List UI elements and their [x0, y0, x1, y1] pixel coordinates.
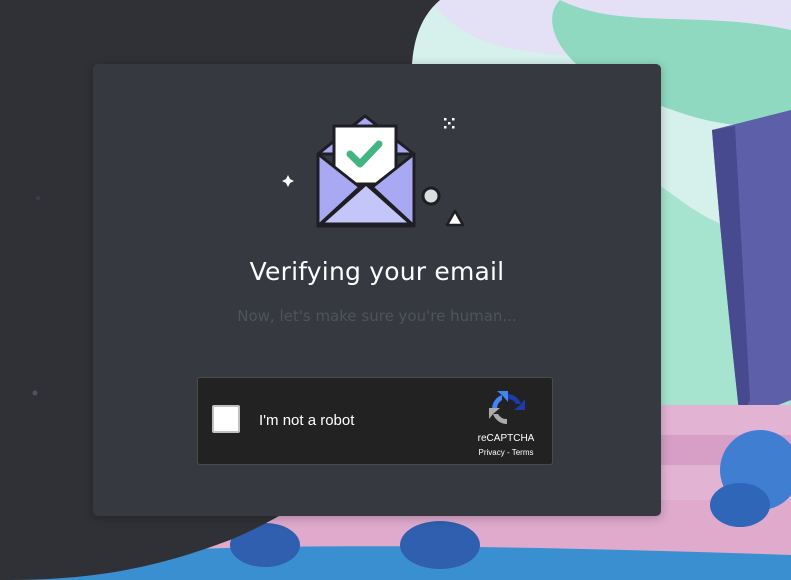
- recaptcha-brand: reCAPTCHA: [477, 433, 535, 444]
- captcha-checkbox-label: I'm not a robot: [259, 412, 355, 429]
- privacy-link[interactable]: Privacy: [479, 448, 505, 457]
- recaptcha-widget: I'm not a robot reCAPTCHA Privacy - Term…: [197, 377, 553, 465]
- links-separator: -: [504, 448, 512, 457]
- recaptcha-logo-icon: [489, 391, 525, 424]
- verification-card: Verifying your email Now, let's make sur…: [93, 64, 661, 516]
- envelope-check-illustration: [282, 114, 465, 228]
- terms-link[interactable]: Terms: [512, 448, 534, 457]
- page-title: Verifying your email: [249, 257, 505, 286]
- recaptcha-links: Privacy - Terms: [460, 448, 552, 457]
- captcha-checkbox[interactable]: [212, 405, 240, 433]
- page-subtitle: Now, let's make sure you're human...: [237, 307, 517, 325]
